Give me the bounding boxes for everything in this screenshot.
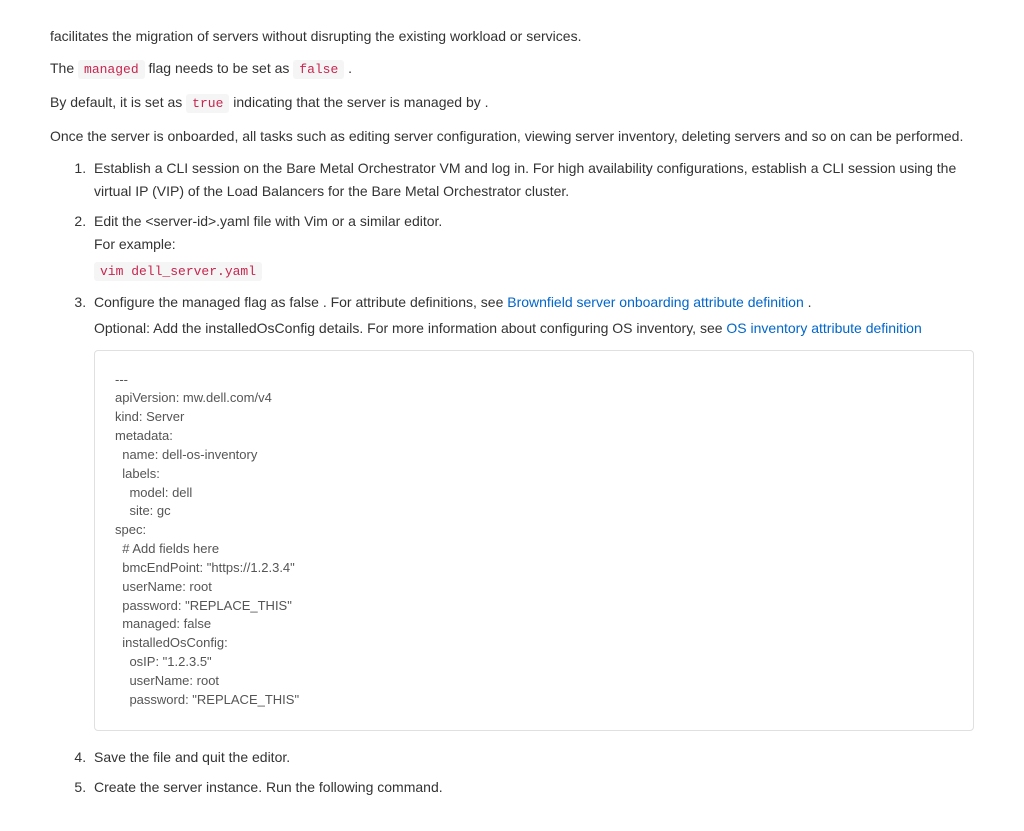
yaml-code-block: --- apiVersion: mw.dell.com/v4 kind: Ser… bbox=[94, 350, 974, 731]
intro-paragraph: facilitates the migration of servers wit… bbox=[50, 25, 974, 47]
intro-paragraph: The managed flag needs to be set as fals… bbox=[50, 57, 974, 81]
command-vim: vim dell_server.yaml bbox=[94, 262, 262, 281]
step-text: Configure the managed flag as false . Fo… bbox=[94, 294, 507, 310]
step-text: Create the server instance. Run the foll… bbox=[94, 779, 443, 795]
steps-list: Establish a CLI session on the Bare Meta… bbox=[50, 157, 974, 798]
text: . bbox=[344, 60, 352, 76]
step-item: Establish a CLI session on the Bare Meta… bbox=[90, 157, 974, 202]
step-item: Save the file and quit the editor. bbox=[90, 746, 974, 768]
step-text: For example: bbox=[94, 233, 974, 255]
step-text: . bbox=[804, 294, 812, 310]
code-false: false bbox=[293, 60, 344, 79]
text: The bbox=[50, 60, 78, 76]
step-item: Configure the managed flag as false . Fo… bbox=[90, 291, 974, 731]
intro-paragraph: By default, it is set as true indicating… bbox=[50, 91, 974, 115]
step-text: Optional: Add the installedOsConfig deta… bbox=[94, 320, 726, 336]
link-os-inventory-definition[interactable]: OS inventory attribute definition bbox=[726, 320, 921, 336]
text: indicating that the server is managed by… bbox=[229, 94, 488, 110]
step-text: Save the file and quit the editor. bbox=[94, 749, 290, 765]
text: flag needs to be set as bbox=[145, 60, 294, 76]
link-brownfield-definition[interactable]: Brownfield server onboarding attribute d… bbox=[507, 294, 804, 310]
step-text: Establish a CLI session on the Bare Meta… bbox=[94, 160, 956, 198]
code-true: true bbox=[186, 94, 229, 113]
step-item: Create the server instance. Run the foll… bbox=[90, 776, 974, 798]
step-text: Edit the <server-id>.yaml file with Vim … bbox=[94, 210, 974, 232]
text: By default, it is set as bbox=[50, 94, 186, 110]
code-managed: managed bbox=[78, 60, 145, 79]
step-item: Edit the <server-id>.yaml file with Vim … bbox=[90, 210, 974, 283]
intro-paragraph: Once the server is onboarded, all tasks … bbox=[50, 125, 974, 147]
